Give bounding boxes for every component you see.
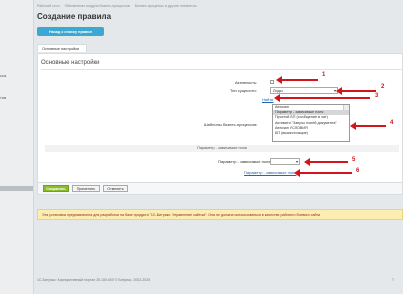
apply-button[interactable]: Применить (72, 185, 100, 192)
callout-arrow (350, 122, 386, 130)
param-select[interactable]: ▾ (270, 158, 300, 165)
callout-number: 6 (356, 168, 360, 174)
listbox-scrollbar[interactable] (343, 105, 349, 111)
listbox-option[interactable]: БП (вышестоящие) (273, 131, 349, 136)
breadcrumb: Рабочий стол Обновление модуля бизнес-пр… (37, 4, 201, 8)
callout-number: 1 (322, 72, 326, 78)
param-label: Параметр - зависимые поля: (218, 159, 272, 164)
section-separator: Параметр - зависимые поля (45, 145, 399, 152)
callout-number: 2 (381, 84, 385, 90)
star-icon[interactable]: ☆ (100, 13, 106, 21)
breadcrumb-item[interactable]: Рабочий стол (37, 4, 60, 8)
chevron-down-icon: ▾ (295, 159, 298, 164)
callout-number: 3 (375, 93, 379, 99)
entity-type-value: Лиды (273, 88, 283, 93)
open-link[interactable]: Найти (262, 97, 273, 102)
sidebar-active-item[interactable] (0, 186, 33, 191)
active-label: Активность: (235, 80, 258, 85)
templates-listbox[interactable]: Автозап Параметр - зависимые поля Просто… (272, 104, 350, 142)
param-link[interactable]: Параметр - зависимые поля (244, 170, 296, 175)
back-to-list-button[interactable]: Назад к списку правил (37, 27, 104, 36)
breadcrumb-item[interactable]: Обновление модуля бизнес-процессов (65, 4, 130, 8)
panel-divider (41, 69, 403, 70)
save-button[interactable]: Сохранить (43, 185, 69, 192)
cancel-button[interactable]: Отменить (103, 185, 128, 192)
footer-fragment: Т (392, 278, 395, 282)
sidebar-item-fragment[interactable]: тов (0, 95, 6, 100)
footer-copyright: 1С-Битрикс: Корпоративный портал 25.100.… (37, 278, 151, 282)
warning-banner: Эта установка предназначена для разработ… (37, 209, 403, 220)
sidebar (0, 0, 34, 294)
tab-main-settings[interactable]: Основные настройки (37, 44, 87, 52)
templates-label: Шаблоны бизнес-процессов: (204, 122, 258, 127)
callout-number: 4 (390, 120, 394, 126)
callout-arrow (276, 76, 318, 84)
active-checkbox[interactable] (270, 80, 274, 84)
entity-type-label: Тип сущности: (230, 88, 257, 93)
entity-type-select[interactable]: Лиды ▾ (270, 87, 338, 94)
callout-arrow (274, 94, 370, 102)
callout-arrow (294, 169, 352, 177)
callout-number: 5 (352, 157, 356, 163)
breadcrumb-item[interactable]: Бизнес-процессы и другие элементы (135, 4, 197, 8)
sidebar-item-fragment[interactable]: сса (0, 73, 6, 78)
callout-arrow (304, 158, 348, 166)
panel-title: Основные настройки (41, 60, 100, 66)
callout-arrow (336, 87, 376, 95)
